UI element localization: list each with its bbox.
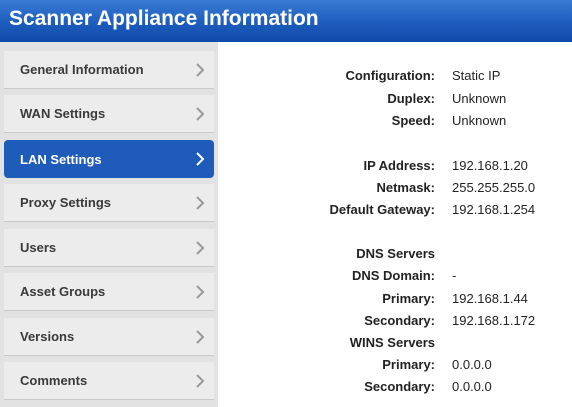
duplex-label: Duplex:: [387, 91, 435, 106]
dns-secondary-row: Secondary: 192.168.1.172: [218, 312, 572, 330]
chevron-right-icon: [196, 195, 205, 210]
chevron-right-icon: [196, 152, 205, 166]
wins-servers-heading: WINS Servers: [349, 335, 435, 350]
wins-secondary-label: Secondary:: [364, 379, 435, 394]
sidebar-item-general-information[interactable]: General Information: [4, 51, 214, 89]
wins-servers-heading-row: WINS Servers: [218, 334, 572, 352]
sidebar-item-versions[interactable]: Versions: [4, 318, 214, 356]
speed-value: Unknown: [452, 113, 507, 128]
sidebar-item-label: Users: [20, 240, 57, 255]
configuration-label: Configuration:: [345, 68, 435, 83]
duplex-value: Unknown: [452, 91, 507, 106]
details-panel: Configuration: Static IP Duplex: Unknown…: [218, 42, 572, 407]
dns-domain-row: DNS Domain: -: [218, 267, 572, 285]
wins-primary-value: 0.0.0.0: [452, 357, 492, 372]
wins-primary-label: Primary:: [382, 357, 435, 372]
netmask-row: Netmask: 255.255.255.0: [218, 179, 572, 197]
configuration-value: Static IP: [452, 68, 501, 83]
ip-address-label: IP Address:: [363, 158, 435, 173]
wins-secondary-value: 0.0.0.0: [452, 379, 492, 394]
sidebar-item-label: General Information: [20, 62, 144, 77]
ip-address-value: 192.168.1.20: [452, 158, 528, 173]
dns-domain-label: DNS Domain:: [351, 268, 435, 283]
sidebar-item-comments[interactable]: Comments: [4, 362, 214, 400]
netmask-label: Netmask:: [376, 180, 435, 195]
ip-address-row: IP Address: 192.168.1.20: [218, 157, 572, 175]
sidebar-item-wan-settings[interactable]: WAN Settings: [4, 95, 214, 133]
dns-primary-label: Primary:: [382, 291, 435, 306]
chevron-right-icon: [196, 62, 205, 77]
dns-domain-value: -: [452, 268, 457, 283]
default-gateway-label: Default Gateway:: [329, 202, 435, 217]
sidebar-item-users[interactable]: Users: [4, 229, 214, 267]
default-gateway-row: Default Gateway: 192.168.1.254: [218, 201, 572, 219]
dns-primary-value: 192.168.1.44: [452, 291, 528, 306]
dns-primary-row: Primary: 192.168.1.44: [218, 290, 572, 308]
speed-row: Speed: Unknown: [218, 112, 572, 130]
chevron-right-icon: [196, 329, 205, 344]
sidebar-item-lan-settings[interactable]: LAN Settings: [4, 140, 214, 178]
default-gateway-value: 192.168.1.254: [452, 202, 536, 217]
dns-servers-heading: DNS Servers: [356, 246, 435, 261]
sidebar-item-label: WAN Settings: [20, 106, 106, 121]
dns-secondary-value: 192.168.1.172: [452, 313, 536, 328]
sidebar-item-label: Asset Groups: [20, 284, 106, 299]
duplex-row: Duplex: Unknown: [218, 90, 572, 108]
dns-servers-heading-row: DNS Servers: [218, 245, 572, 263]
sidebar-nav: General Information WAN Settings LAN Set…: [0, 42, 218, 407]
speed-label: Speed:: [391, 113, 435, 128]
dns-secondary-label: Secondary:: [364, 313, 435, 328]
configuration-row: Configuration: Static IP: [218, 67, 572, 85]
chevron-right-icon: [196, 373, 205, 388]
window-title: Scanner Appliance Information: [0, 0, 572, 42]
sidebar-item-asset-groups[interactable]: Asset Groups: [4, 273, 214, 311]
wins-primary-row: Primary: 0.0.0.0: [218, 356, 572, 374]
sidebar-item-label: Versions: [20, 329, 75, 344]
sidebar-item-label: LAN Settings: [20, 151, 102, 167]
sidebar-item-label: Comments: [20, 373, 88, 388]
chevron-right-icon: [196, 106, 205, 121]
netmask-value: 255.255.255.0: [452, 180, 536, 195]
wins-secondary-row: Secondary: 0.0.0.0: [218, 378, 572, 396]
sidebar-item-label: Proxy Settings: [20, 195, 112, 210]
chevron-right-icon: [196, 240, 205, 255]
chevron-right-icon: [196, 284, 205, 299]
sidebar-item-proxy-settings[interactable]: Proxy Settings: [4, 184, 214, 222]
